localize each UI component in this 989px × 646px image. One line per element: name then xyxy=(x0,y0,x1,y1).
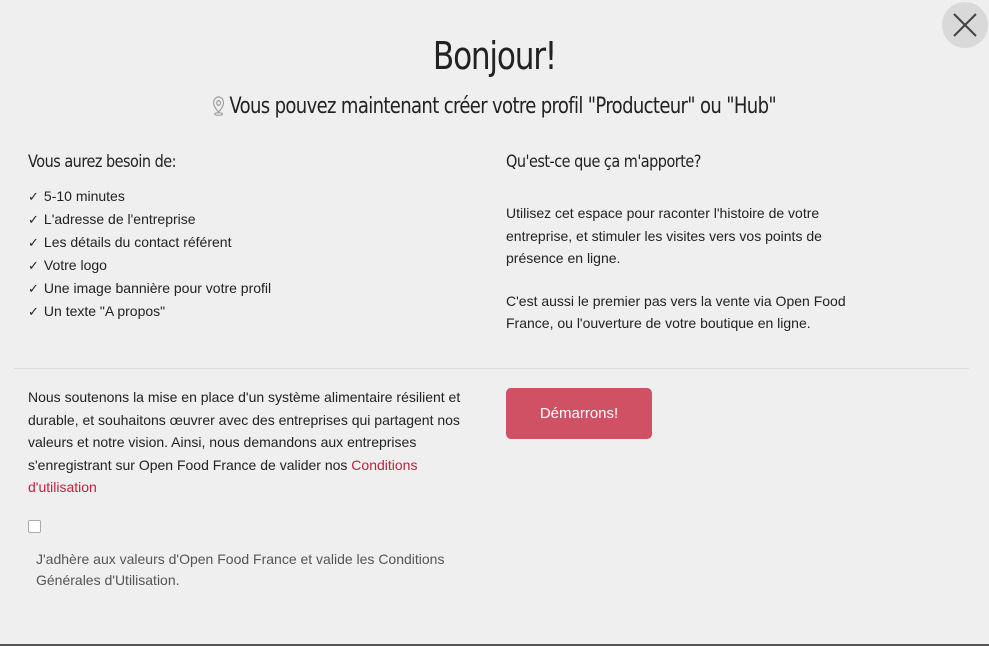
list-item: ✓ Une image bannière pour votre profil xyxy=(28,280,272,297)
list-item: ✓ 5-10 minutes xyxy=(28,188,125,205)
list-item: ✓ Votre logo xyxy=(28,257,107,274)
terms-text: Nous soutenons la mise en place d'un sys… xyxy=(28,389,461,495)
modal-title: Bonjour! xyxy=(432,34,557,78)
terms-checkbox[interactable] xyxy=(28,520,41,533)
check-icon: ✓ xyxy=(28,236,39,251)
check-icon: ✓ xyxy=(28,305,39,320)
needs-list: ✓ 5-10 minutes ✓ L'adresse de l'entreprise… xyxy=(28,186,271,324)
check-icon: ✓ xyxy=(28,190,39,205)
benefits-heading: Qu'est-ce que ça m'apporte? xyxy=(506,152,701,172)
needs-section: Vous aurez besoin de: xyxy=(28,152,468,172)
benefits-paragraph: Utilisez cet espace pour raconter l'hist… xyxy=(506,205,822,266)
signup-modal: Bonjour! Vous pouvez maintenant créer vo… xyxy=(0,0,989,646)
check-icon: ✓ xyxy=(28,213,39,228)
start-button[interactable]: Démarrons! xyxy=(506,388,652,439)
list-item: ✓ Les détails du contact référent xyxy=(28,234,232,251)
subtitle-text: Vous pouvez maintenant créer votre profi… xyxy=(229,94,777,119)
close-icon xyxy=(953,13,977,37)
check-icon: ✓ xyxy=(28,259,39,274)
benefits-section: Qu'est-ce que ça m'apporte? Utilisez cet… xyxy=(506,152,866,335)
terms-section: Nous soutenons la mise en place d'un sys… xyxy=(28,386,468,499)
list-item: ✓ L'adresse de l'entreprise xyxy=(28,211,196,228)
map-pin-icon xyxy=(213,96,225,116)
close-button[interactable] xyxy=(942,2,988,48)
check-icon: ✓ xyxy=(28,282,39,297)
benefits-paragraph: C'est aussi le premier pas vers la vente… xyxy=(506,292,846,332)
section-divider xyxy=(14,368,969,369)
needs-heading: Vous aurez besoin de: xyxy=(28,152,177,172)
terms-checkbox-label: J'adhère aux valeurs d'Open Food France … xyxy=(36,551,445,588)
list-item: ✓ Un texte "A propos" xyxy=(28,303,166,320)
modal-subtitle: Vous pouvez maintenant créer votre profi… xyxy=(89,94,900,119)
